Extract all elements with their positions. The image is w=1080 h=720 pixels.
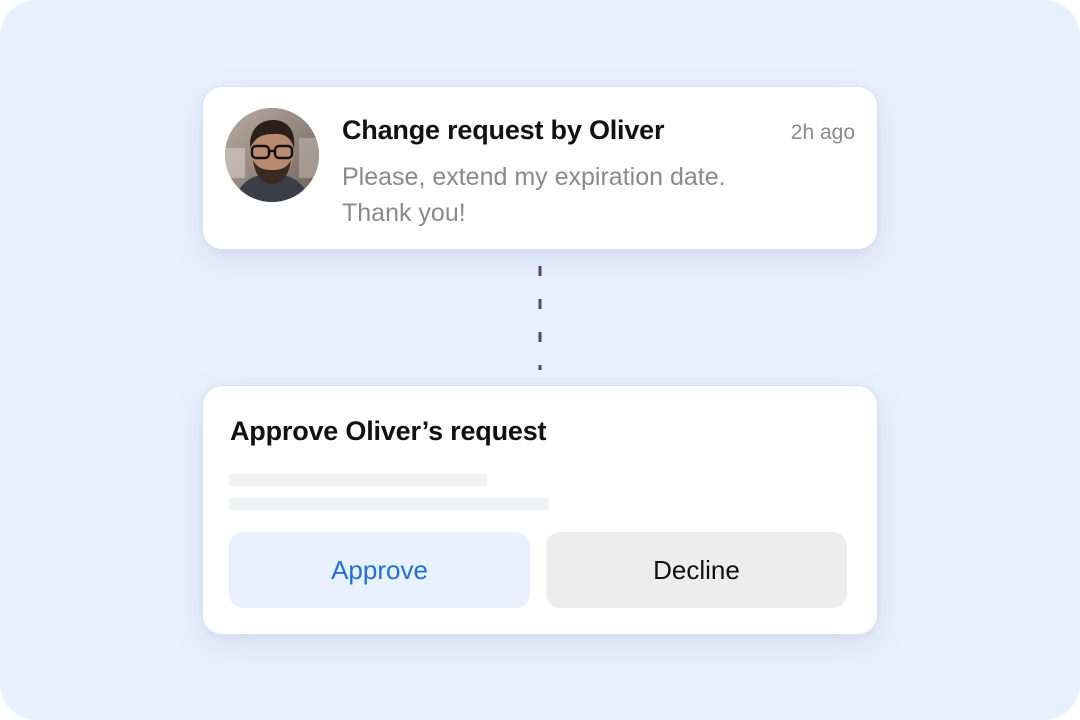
request-message-line: Thank you! — [342, 199, 466, 227]
request-timestamp: 2h ago — [790, 121, 855, 144]
request-title: Change request by Oliver — [342, 115, 665, 145]
dashed-connector — [538, 266, 542, 370]
change-request-card[interactable]: Change request by Oliver 2h ago Please, … — [202, 86, 878, 250]
skeleton-line — [229, 498, 549, 510]
approval-card: Approve Oliver’s request Approve Decline — [202, 385, 878, 635]
request-message: Please, extend my expiration date. Thank… — [342, 159, 812, 231]
approval-title: Approve Oliver’s request — [230, 416, 547, 446]
page-background: Change request by Oliver 2h ago Please, … — [0, 0, 1080, 720]
avatar-photo — [225, 108, 319, 202]
avatar — [225, 108, 319, 202]
approve-button[interactable]: Approve — [229, 532, 530, 608]
skeleton-line — [229, 474, 487, 486]
decline-button[interactable]: Decline — [546, 532, 847, 608]
request-message-line: Please, extend my expiration date. — [342, 163, 726, 191]
